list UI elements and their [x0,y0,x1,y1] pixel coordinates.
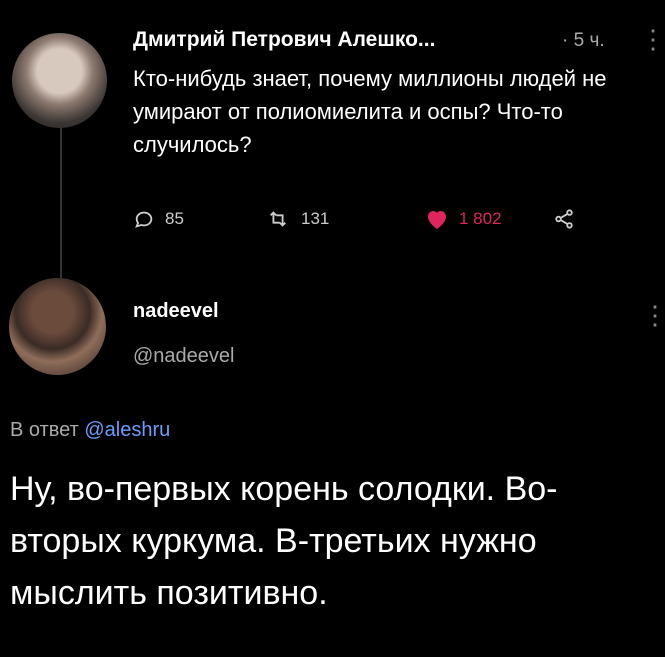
retweet-button[interactable]: 131 [265,208,329,230]
thread-line [60,120,62,280]
share-icon [553,208,575,230]
replies-count: 85 [165,209,184,228]
heart-icon [425,208,449,230]
reply-author-handle[interactable]: @nadeevel [133,345,234,368]
avatar[interactable] [12,33,107,128]
share-button[interactable] [553,208,575,230]
reply-mention-link[interactable]: @aleshru [84,419,170,441]
post-actions: 85 131 1 802 [133,208,653,238]
retweets-count: 131 [301,209,330,228]
reply-text: Ну, во-первых корень солодки. Во-вторых … [10,470,558,612]
comment-icon [133,208,155,230]
reply-to-line: В ответ @aleshru [10,419,170,442]
reply-to-prefix: В ответ [10,419,79,441]
like-button[interactable]: 1 802 [425,208,502,230]
post-time: · 5 ч. [562,30,605,51]
more-vertical-icon[interactable]: ⋮ [642,302,665,328]
retweet-icon [265,208,291,230]
more-vertical-icon[interactable]: ⋮ [640,26,665,52]
avatar[interactable] [9,278,106,375]
likes-count: 1 802 [459,209,502,228]
post-text: Кто-нибудь знает, почему миллионы людей … [133,66,607,157]
reply-button[interactable]: 85 [133,208,184,230]
reply-author-name[interactable]: nadeevel [133,300,219,323]
post-author-name[interactable]: Дмитрий Петрович Алешко... [133,28,435,52]
